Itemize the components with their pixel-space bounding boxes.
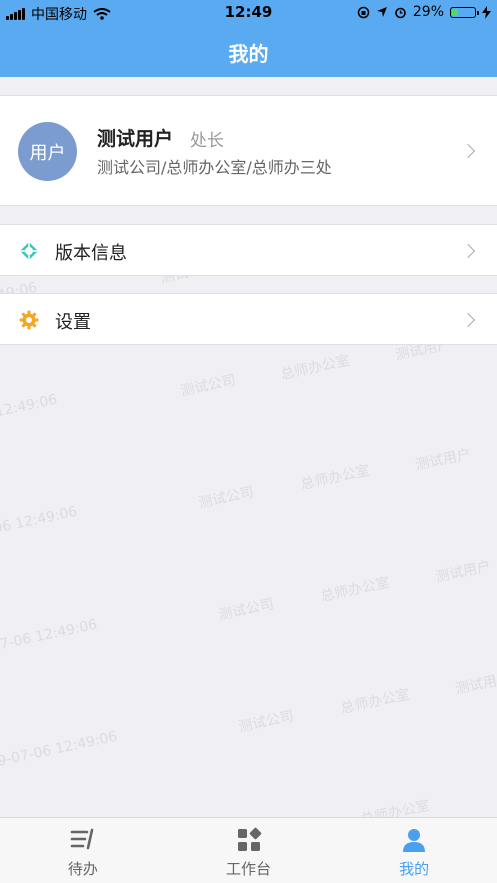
- watermark-text: 测试公司: [217, 596, 276, 624]
- tab-label: 待办: [67, 860, 98, 878]
- watermark-text: 总师办公室: [279, 352, 352, 384]
- settings-label: 设置: [55, 312, 91, 333]
- gear-icon: [19, 310, 39, 330]
- watermark-text: 2019-07-06 12:49:06: [0, 391, 59, 439]
- user-name: 测试用户: [97, 128, 174, 150]
- version-info-label: 版本信息: [55, 243, 127, 264]
- watermark-text: 2019-07-06 12:49:06: [0, 728, 119, 776]
- watermark-text: 测试公司: [197, 484, 256, 512]
- chevron-right-icon: [460, 143, 476, 159]
- chevron-right-icon: [460, 243, 476, 259]
- watermark-text: 总师办公室: [359, 797, 432, 817]
- avatar: 用户: [18, 122, 77, 181]
- battery-percent: 29%: [412, 4, 444, 20]
- watermark-text: 2019-07-06 12:49:06: [0, 616, 99, 664]
- watermark-text: 测试用户: [454, 670, 497, 698]
- page-title: 我的: [228, 42, 269, 66]
- orientation-lock-icon: [357, 6, 370, 18]
- user-organization: 测试公司/总师办公室/总师办三处: [97, 158, 332, 177]
- watermark-text: 测试用户: [414, 446, 473, 474]
- user-icon: [403, 829, 426, 852]
- watermark-text: 测试公司: [237, 708, 296, 736]
- watermark-text: 2019-07-06 12:49:06: [0, 503, 79, 551]
- settings-row[interactable]: 设置: [0, 293, 497, 345]
- alarm-icon: [395, 7, 406, 18]
- tab-mine[interactable]: 我的: [331, 818, 497, 883]
- tab-label: 我的: [399, 860, 430, 878]
- charging-bolt-icon: [482, 5, 491, 19]
- workbench-grid-icon: [237, 827, 261, 851]
- user-position: 处长: [190, 131, 224, 151]
- version-info-icon: [20, 242, 38, 260]
- watermark-text: 总师办公室: [299, 462, 372, 494]
- profile-card[interactable]: 用户 测试用户 处长 测试公司/总师办公室/总师办三处: [0, 95, 497, 206]
- watermark-text: 总师办公室: [339, 686, 412, 718]
- location-arrow-icon: [376, 7, 387, 17]
- navigation-bar: 中国移动 12:49 29% 我的: [0, 0, 497, 77]
- watermark-text: 测试用户: [434, 558, 493, 586]
- status-bar: 中国移动 12:49 29%: [0, 0, 497, 24]
- tab-todo[interactable]: 待办: [0, 818, 166, 883]
- todo-list-icon: [70, 828, 94, 850]
- tab-workbench[interactable]: 工作台: [166, 818, 332, 883]
- tab-bar: 待办 工作台 我的: [0, 817, 497, 883]
- battery-icon: [450, 6, 479, 18]
- version-info-row[interactable]: 版本信息: [0, 224, 497, 276]
- chevron-right-icon: [460, 312, 476, 328]
- tab-label: 工作台: [226, 860, 272, 878]
- watermark-text: 测试公司: [179, 372, 238, 400]
- watermark-text: 总师办公室: [319, 574, 392, 606]
